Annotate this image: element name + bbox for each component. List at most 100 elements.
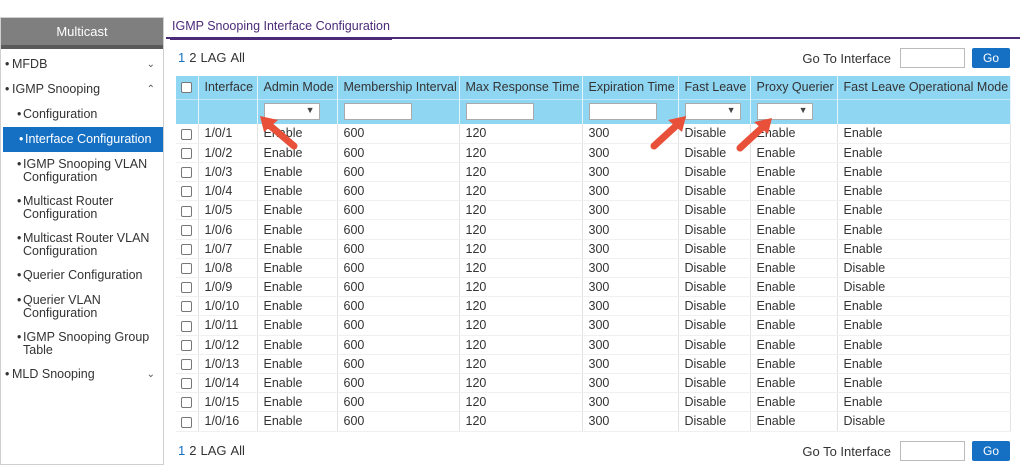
proxy-querier-cell: Enable (750, 296, 838, 317)
page-link-2[interactable]: 2 (189, 443, 196, 458)
row-checkbox[interactable] (181, 320, 192, 332)
table-row[interactable]: 1/0/6 Enable 600 120 300 Disable Enable Enable (176, 219, 1011, 240)
admin-mode-cell: Enable (257, 296, 338, 317)
sidebar-item-label: IGMP Snooping Group Table (23, 330, 150, 357)
row-checkbox[interactable] (181, 243, 192, 255)
table-row[interactable]: 1/0/16 Enable 600 120 300 Disable Enable Disabl… (176, 411, 1011, 432)
sidebar-item-querier-vlan-configuration[interactable]: • Querier VLAN Configuration (1, 288, 163, 325)
page-link-1[interactable]: 1 (178, 443, 185, 458)
admin-mode-cell: Enable (257, 392, 338, 413)
table-row[interactable]: 1/0/2 Enable 600 120 300 Disable Enable Enable (176, 143, 1011, 163)
row-checkbox[interactable] (181, 339, 192, 351)
select-all-checkbox[interactable] (181, 82, 192, 94)
admin-mode-cell: Enable (257, 411, 338, 432)
table-row[interactable]: 1/0/5 Enable 600 120 300 Disable Enable Enable (176, 200, 1011, 221)
proxy-querier-cell: Enable (750, 258, 838, 279)
admin-mode-cell: Enable (257, 373, 338, 394)
annotation-arrow-icon (650, 116, 686, 150)
admin-mode-cell: Enable (257, 239, 338, 259)
row-checkbox[interactable] (181, 128, 192, 140)
fast-leave-operational-mode-cell: Enable (837, 219, 1011, 240)
fast-leave-cell: Disable (678, 277, 751, 298)
sidebar-item-igmp-group-table[interactable]: • IGMP Snooping Group Table (1, 325, 163, 362)
column-header[interactable]: Fast Leave Operational Mode (837, 76, 1011, 99)
column-header[interactable]: Interface (198, 76, 258, 99)
table-row[interactable]: 1/0/10 Enable 600 120 300 Disable Enable Enable (176, 296, 1011, 317)
row-checkbox[interactable] (181, 359, 192, 371)
go-button[interactable]: Go (972, 441, 1010, 461)
table-row[interactable]: 1/0/7 Enable 600 120 300 Disable Enable Enable (176, 239, 1011, 259)
interface-cell: 1/0/6 (198, 219, 258, 240)
sidebar-item-interface-configuration[interactable]: • Interface Configuration (3, 127, 163, 152)
sidebar-item-configuration[interactable]: • Configuration (1, 102, 163, 127)
sidebar-item-label: MLD Snooping (12, 367, 95, 381)
row-checkbox[interactable] (181, 167, 192, 179)
fast-leave-operational-mode-cell: Enable (837, 392, 1011, 413)
page-link-lag[interactable]: LAG (200, 443, 226, 458)
table-row[interactable]: 1/0/12 Enable 600 120 300 Disable Enable Enable (176, 335, 1011, 355)
sidebar-item-multicast-router-vlan-configuration[interactable]: • Multicast Router VLAN Configuration (1, 226, 163, 263)
column-header[interactable]: Proxy Querier (750, 76, 838, 99)
column-header[interactable]: Fast Leave (678, 76, 751, 99)
sidebar-item-mld-snooping[interactable]: • MLD Snooping ⌄ (1, 362, 163, 387)
table-row[interactable]: 1/0/3 Enable 600 120 300 Disable Enable Enable (176, 162, 1011, 183)
row-checkbox[interactable] (181, 186, 192, 198)
tab-bar: IGMP Snooping Interface Configuration (166, 13, 1020, 40)
fast-leave-filter-select[interactable]: ▼ (684, 103, 741, 121)
row-checkbox[interactable] (181, 378, 192, 390)
table-row[interactable]: 1/0/4 Enable 600 120 300 Disable Enable Enable (176, 181, 1011, 202)
table-row[interactable]: 1/0/15 Enable 600 120 300 Disable Enable Enable (176, 392, 1011, 413)
chevron-down-icon: ▼ (798, 105, 808, 116)
expiration-time-cell: 300 (582, 296, 679, 317)
row-checkbox[interactable] (181, 224, 192, 236)
interface-cell: 1/0/4 (198, 181, 258, 202)
expiration-time-filter-input[interactable] (588, 103, 657, 121)
row-checkbox[interactable] (181, 301, 192, 313)
table-row[interactable]: 1/0/13 Enable 600 120 300 Disable Enable Enable (176, 354, 1011, 374)
table-row[interactable]: 1/0/8 Enable 600 120 300 Disable Enable Disable (176, 258, 1011, 279)
go-button[interactable]: Go (972, 48, 1010, 68)
row-checkbox[interactable] (181, 205, 192, 217)
page-link-all[interactable]: All (230, 50, 244, 65)
goto-interface-input[interactable] (900, 441, 965, 461)
fast-leave-operational-mode-cell: Disable (837, 411, 1011, 432)
row-checkbox[interactable] (181, 397, 192, 409)
table-row[interactable]: 1/0/1Enable600120300DisableEnableEnable (176, 124, 1011, 144)
sidebar-item-mfdb[interactable]: • MFDB ⌄ (1, 52, 163, 77)
column-header[interactable]: Membership Interval (337, 76, 460, 99)
chevron-down-icon: ⌄ (146, 369, 155, 380)
sidebar-item-multicast-router-configuration[interactable]: • Multicast Router Configuration (1, 189, 163, 226)
table-row[interactable]: 1/0/14 Enable 600 120 300 Disable Enable Enable (176, 373, 1011, 394)
table-row[interactable]: 1/0/11 Enable 600 120 300 Disable Enable Enable (176, 315, 1011, 336)
goto-label: Go To Interface (802, 50, 891, 66)
max-response-time-cell: 120 (459, 162, 583, 183)
page-link-all[interactable]: All (230, 443, 244, 458)
sidebar-item-querier-configuration[interactable]: • Querier Configuration (1, 263, 163, 288)
tab-igmp-interface-configuration[interactable]: IGMP Snooping Interface Configuration (170, 19, 392, 40)
column-header[interactable]: Admin Mode (257, 76, 338, 99)
row-checkbox[interactable] (181, 416, 192, 428)
column-header[interactable]: Max Response Time (459, 76, 583, 99)
table-row[interactable]: 1/0/9 Enable 600 120 300 Disable Enable Disable (176, 277, 1011, 298)
sidebar-item-igmp-snooping[interactable]: • IGMP Snooping ⌃ (1, 77, 163, 102)
page-link-1[interactable]: 1 (178, 50, 185, 65)
membership-interval-cell: 600 (337, 373, 460, 394)
fast-leave-operational-mode-cell: Enable (837, 239, 1011, 259)
row-checkbox[interactable] (181, 263, 192, 275)
sidebar-item-igmp-vlan-configuration[interactable]: • IGMP Snooping VLAN Configuration (1, 152, 163, 189)
max-response-time-filter-input[interactable] (465, 103, 534, 121)
fast-leave-cell: Disable (678, 411, 751, 432)
fast-leave-cell: Disable (678, 181, 751, 202)
page-link-lag[interactable]: LAG (200, 50, 226, 65)
membership-interval-cell: 600 (337, 335, 460, 355)
fast-leave-cell: Disable (678, 373, 751, 394)
membership-interval-filter-input[interactable] (343, 103, 412, 121)
page-link-2[interactable]: 2 (189, 50, 196, 65)
interface-cell: 1/0/11 (198, 315, 258, 336)
row-checkbox[interactable] (181, 282, 192, 294)
column-header[interactable]: Expiration Time (582, 76, 679, 99)
row-checkbox[interactable] (181, 147, 192, 159)
goto-interface-input[interactable] (900, 48, 965, 68)
fast-leave-operational-mode-cell: Enable (837, 124, 1011, 144)
fast-leave-cell: Disable (678, 162, 751, 183)
